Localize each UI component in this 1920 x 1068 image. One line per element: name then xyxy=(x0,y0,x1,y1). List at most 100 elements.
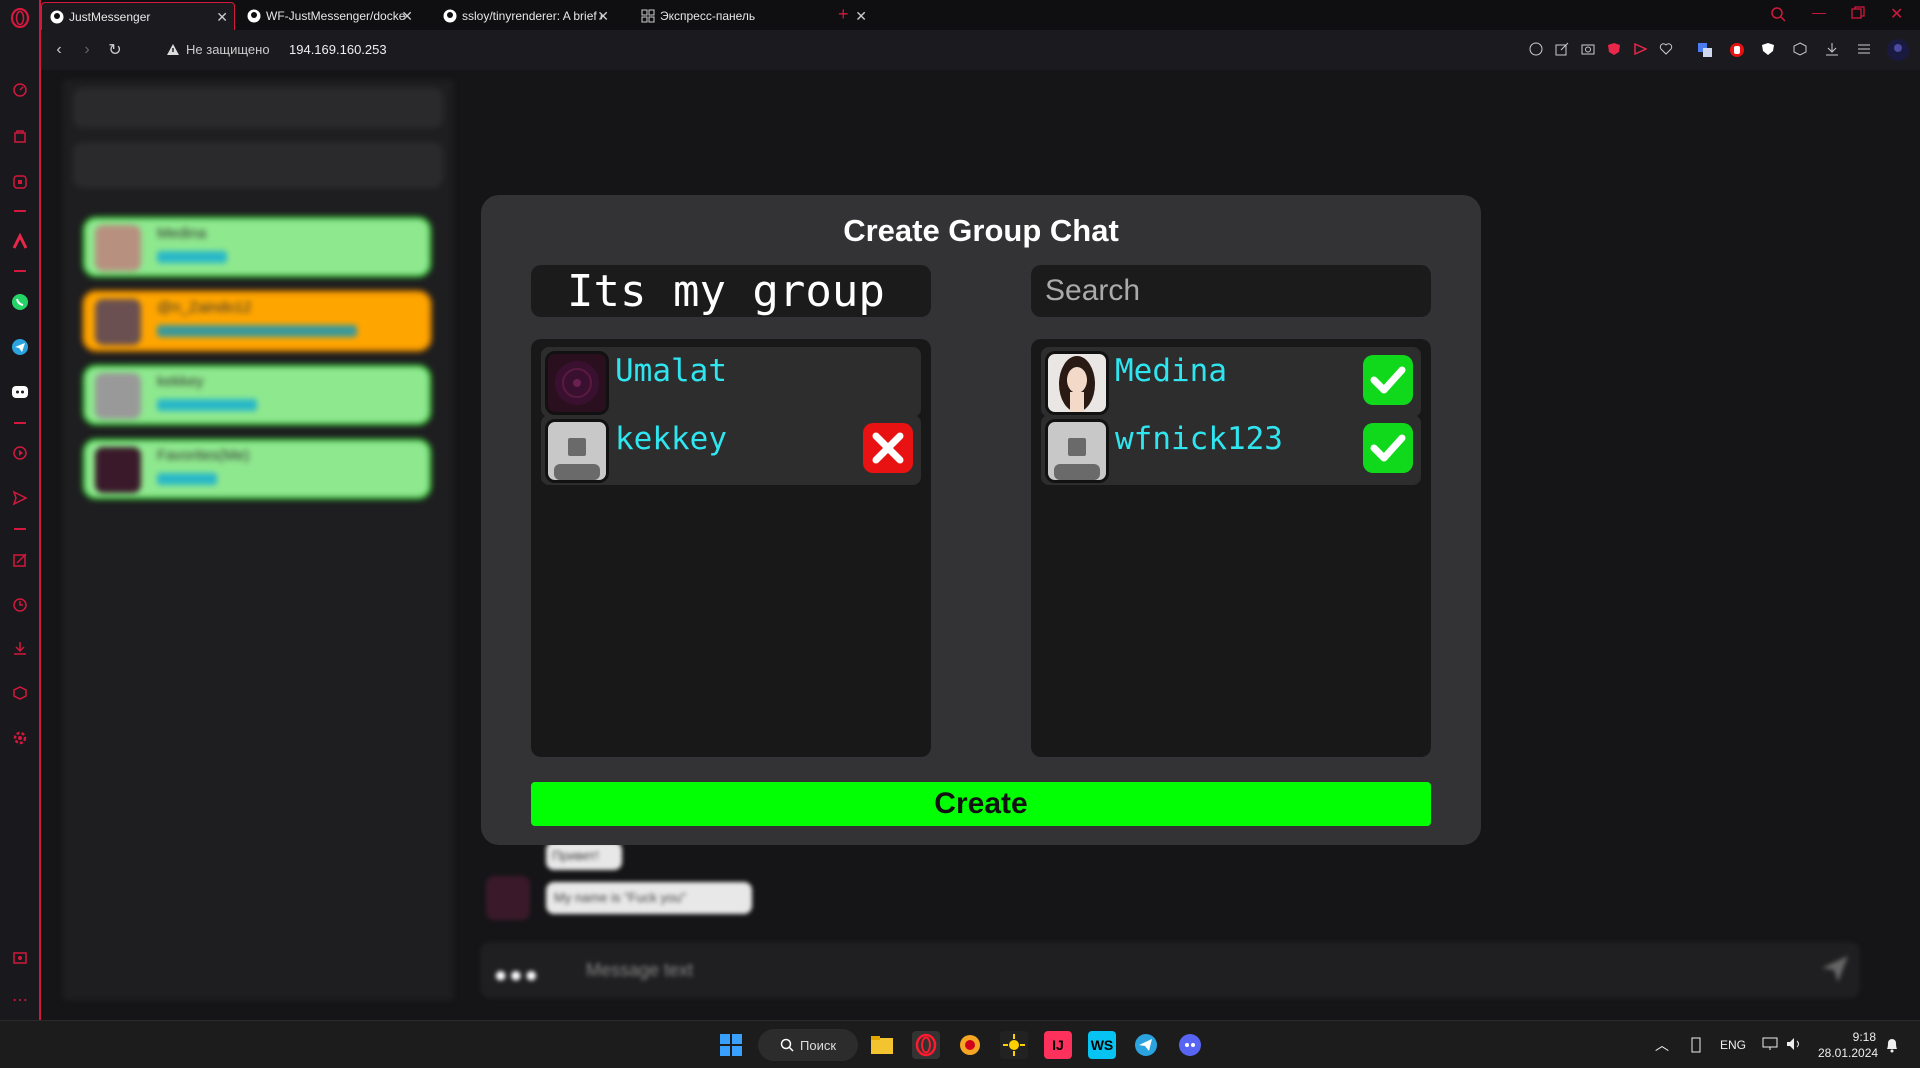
chat-preview xyxy=(157,325,357,337)
chat-item-kekkey[interactable]: kekkey xyxy=(82,364,432,426)
adblock-icon[interactable] xyxy=(1607,42,1623,58)
remove-icon[interactable] xyxy=(863,423,913,473)
close-icon[interactable]: ✕ xyxy=(855,8,867,25)
send-icon[interactable] xyxy=(1820,954,1850,989)
avatar xyxy=(95,447,141,493)
settings-icon[interactable] xyxy=(10,728,30,748)
tab-tinyrenderer[interactable]: ssloy/tinyrenderer: A brief c ✕ xyxy=(435,2,615,30)
app-sun-icon[interactable] xyxy=(1000,1031,1028,1059)
search-results-list: Medina wfnick123 xyxy=(1031,339,1431,757)
cube-icon[interactable] xyxy=(1793,42,1809,58)
send-flow-icon[interactable] xyxy=(10,488,30,508)
chat-name: @n_Zaindo12 xyxy=(157,299,252,316)
checkmark-icon[interactable] xyxy=(1363,355,1413,405)
translate-icon[interactable] xyxy=(1697,42,1713,58)
discord-icon[interactable] xyxy=(10,382,30,402)
message-bubble: My name is "Fuck you" xyxy=(546,882,752,914)
chat-item-zaindo[interactable]: @n_Zaindo12 xyxy=(82,290,432,352)
list-item[interactable]: kekkey xyxy=(541,415,921,485)
downloads-icon[interactable] xyxy=(10,638,30,658)
extensions-icon[interactable] xyxy=(10,683,30,703)
shield-icon[interactable] xyxy=(1761,42,1777,58)
github-icon xyxy=(50,10,64,24)
taskbar-search[interactable]: Поиск xyxy=(758,1029,858,1061)
create-button[interactable]: Create xyxy=(531,782,1431,826)
edit-icon[interactable] xyxy=(1555,42,1571,58)
forward-icon[interactable]: › xyxy=(77,40,97,60)
tab-label: Экспресс-панель xyxy=(660,9,756,23)
file-explorer-icon[interactable] xyxy=(868,1031,896,1059)
reload-icon[interactable]: ↻ xyxy=(105,40,125,60)
message-bubble: Привет! xyxy=(546,842,622,870)
shopping-icon[interactable] xyxy=(10,126,30,146)
modal-title: Create Group Chat xyxy=(843,213,1119,248)
webstorm-icon[interactable]: WS xyxy=(1088,1031,1116,1059)
profile-avatar[interactable] xyxy=(1886,38,1910,62)
search-tabs-icon[interactable] xyxy=(1770,6,1786,27)
heart-icon[interactable] xyxy=(1659,42,1675,58)
message-input[interactable]: Message text xyxy=(586,960,693,981)
avatar xyxy=(545,351,609,415)
url-field[interactable]: 194.169.160.253 xyxy=(289,42,387,57)
back-icon[interactable]: ‹ xyxy=(49,40,69,60)
whatsapp-icon[interactable] xyxy=(10,292,30,312)
network-icon[interactable] xyxy=(1762,1037,1778,1056)
intellij-icon[interactable]: IJ xyxy=(1044,1031,1072,1059)
camera-icon[interactable] xyxy=(1581,42,1597,58)
message-text: Привет! xyxy=(552,848,599,863)
user-name: kekkey xyxy=(615,421,727,457)
list-item[interactable]: wfnick123 xyxy=(1041,415,1421,485)
restore-icon[interactable] xyxy=(1851,6,1865,25)
more-icon[interactable]: ⋯ xyxy=(10,990,30,1010)
windows-start-icon[interactable] xyxy=(717,1031,745,1059)
list-item[interactable]: Medina xyxy=(1041,347,1421,417)
new-tab-plus-icon[interactable]: + xyxy=(838,4,849,25)
clock[interactable]: 9:18 28.01.2024 xyxy=(1818,1029,1878,1061)
chat-preview xyxy=(157,251,227,263)
window-close-icon[interactable]: ✕ xyxy=(1890,4,1903,24)
opera-taskbar-icon[interactable] xyxy=(912,1031,940,1059)
minimize-icon[interactable]: — xyxy=(1812,4,1826,20)
discord-taskbar-icon[interactable] xyxy=(1176,1031,1204,1059)
history-icon[interactable] xyxy=(10,595,30,615)
flow-icon[interactable] xyxy=(1633,42,1649,58)
opera-sidebar: ⋯ xyxy=(0,0,41,1020)
security-indicator[interactable]: Не защищено xyxy=(166,42,270,57)
stop-extension-icon[interactable] xyxy=(1729,42,1745,58)
chat-item-medina[interactable]: Medina xyxy=(82,216,432,278)
telegram-taskbar-icon[interactable] xyxy=(1132,1031,1160,1059)
search-input[interactable] xyxy=(1031,265,1431,317)
speed-dial-icon[interactable] xyxy=(10,80,30,100)
tray-chevron-icon[interactable]: ︿ xyxy=(1655,1035,1669,1055)
close-icon[interactable]: ✕ xyxy=(216,9,228,26)
tab-justmessenger[interactable]: JustMessenger ✕ xyxy=(41,2,235,30)
menu-icon[interactable] xyxy=(1857,42,1873,58)
usb-icon[interactable] xyxy=(1690,1037,1702,1058)
telegram-icon[interactable] xyxy=(10,337,30,357)
chat-item-favorites[interactable]: Favorites(Me) xyxy=(82,438,432,500)
snapshot-icon[interactable] xyxy=(10,948,30,968)
tab-label: WF-JustMessenger/docker xyxy=(266,9,406,23)
player-icon[interactable] xyxy=(10,443,30,463)
tab-speed-dial[interactable]: Экспресс-панель ✕ xyxy=(633,2,873,30)
emoji-icon[interactable] xyxy=(1529,42,1545,58)
notification-bell-icon[interactable] xyxy=(1885,1037,1899,1058)
aria-icon[interactable] xyxy=(10,232,30,252)
list-item[interactable]: Umalat xyxy=(541,347,921,417)
download-icon[interactable] xyxy=(1825,42,1841,58)
chat-preview xyxy=(157,399,257,411)
language-indicator[interactable]: ENG xyxy=(1720,1038,1746,1052)
gx-icon[interactable] xyxy=(10,172,30,192)
user-name: wfnick123 xyxy=(1115,421,1283,457)
attach-dots-icon[interactable]: ●●● xyxy=(494,962,540,988)
sidebar-search[interactable] xyxy=(73,88,443,128)
pinboard-icon[interactable] xyxy=(10,550,30,570)
volume-icon[interactable] xyxy=(1786,1037,1802,1056)
opera-logo-icon[interactable] xyxy=(10,8,30,28)
chromium-icon[interactable] xyxy=(956,1031,984,1059)
checkmark-icon[interactable] xyxy=(1363,423,1413,473)
close-icon[interactable]: ✕ xyxy=(597,8,609,25)
tab-wf-justmessenger[interactable]: WF-JustMessenger/docker ✕ xyxy=(239,2,419,30)
close-icon[interactable]: ✕ xyxy=(401,8,413,25)
group-name-input[interactable] xyxy=(531,265,931,317)
